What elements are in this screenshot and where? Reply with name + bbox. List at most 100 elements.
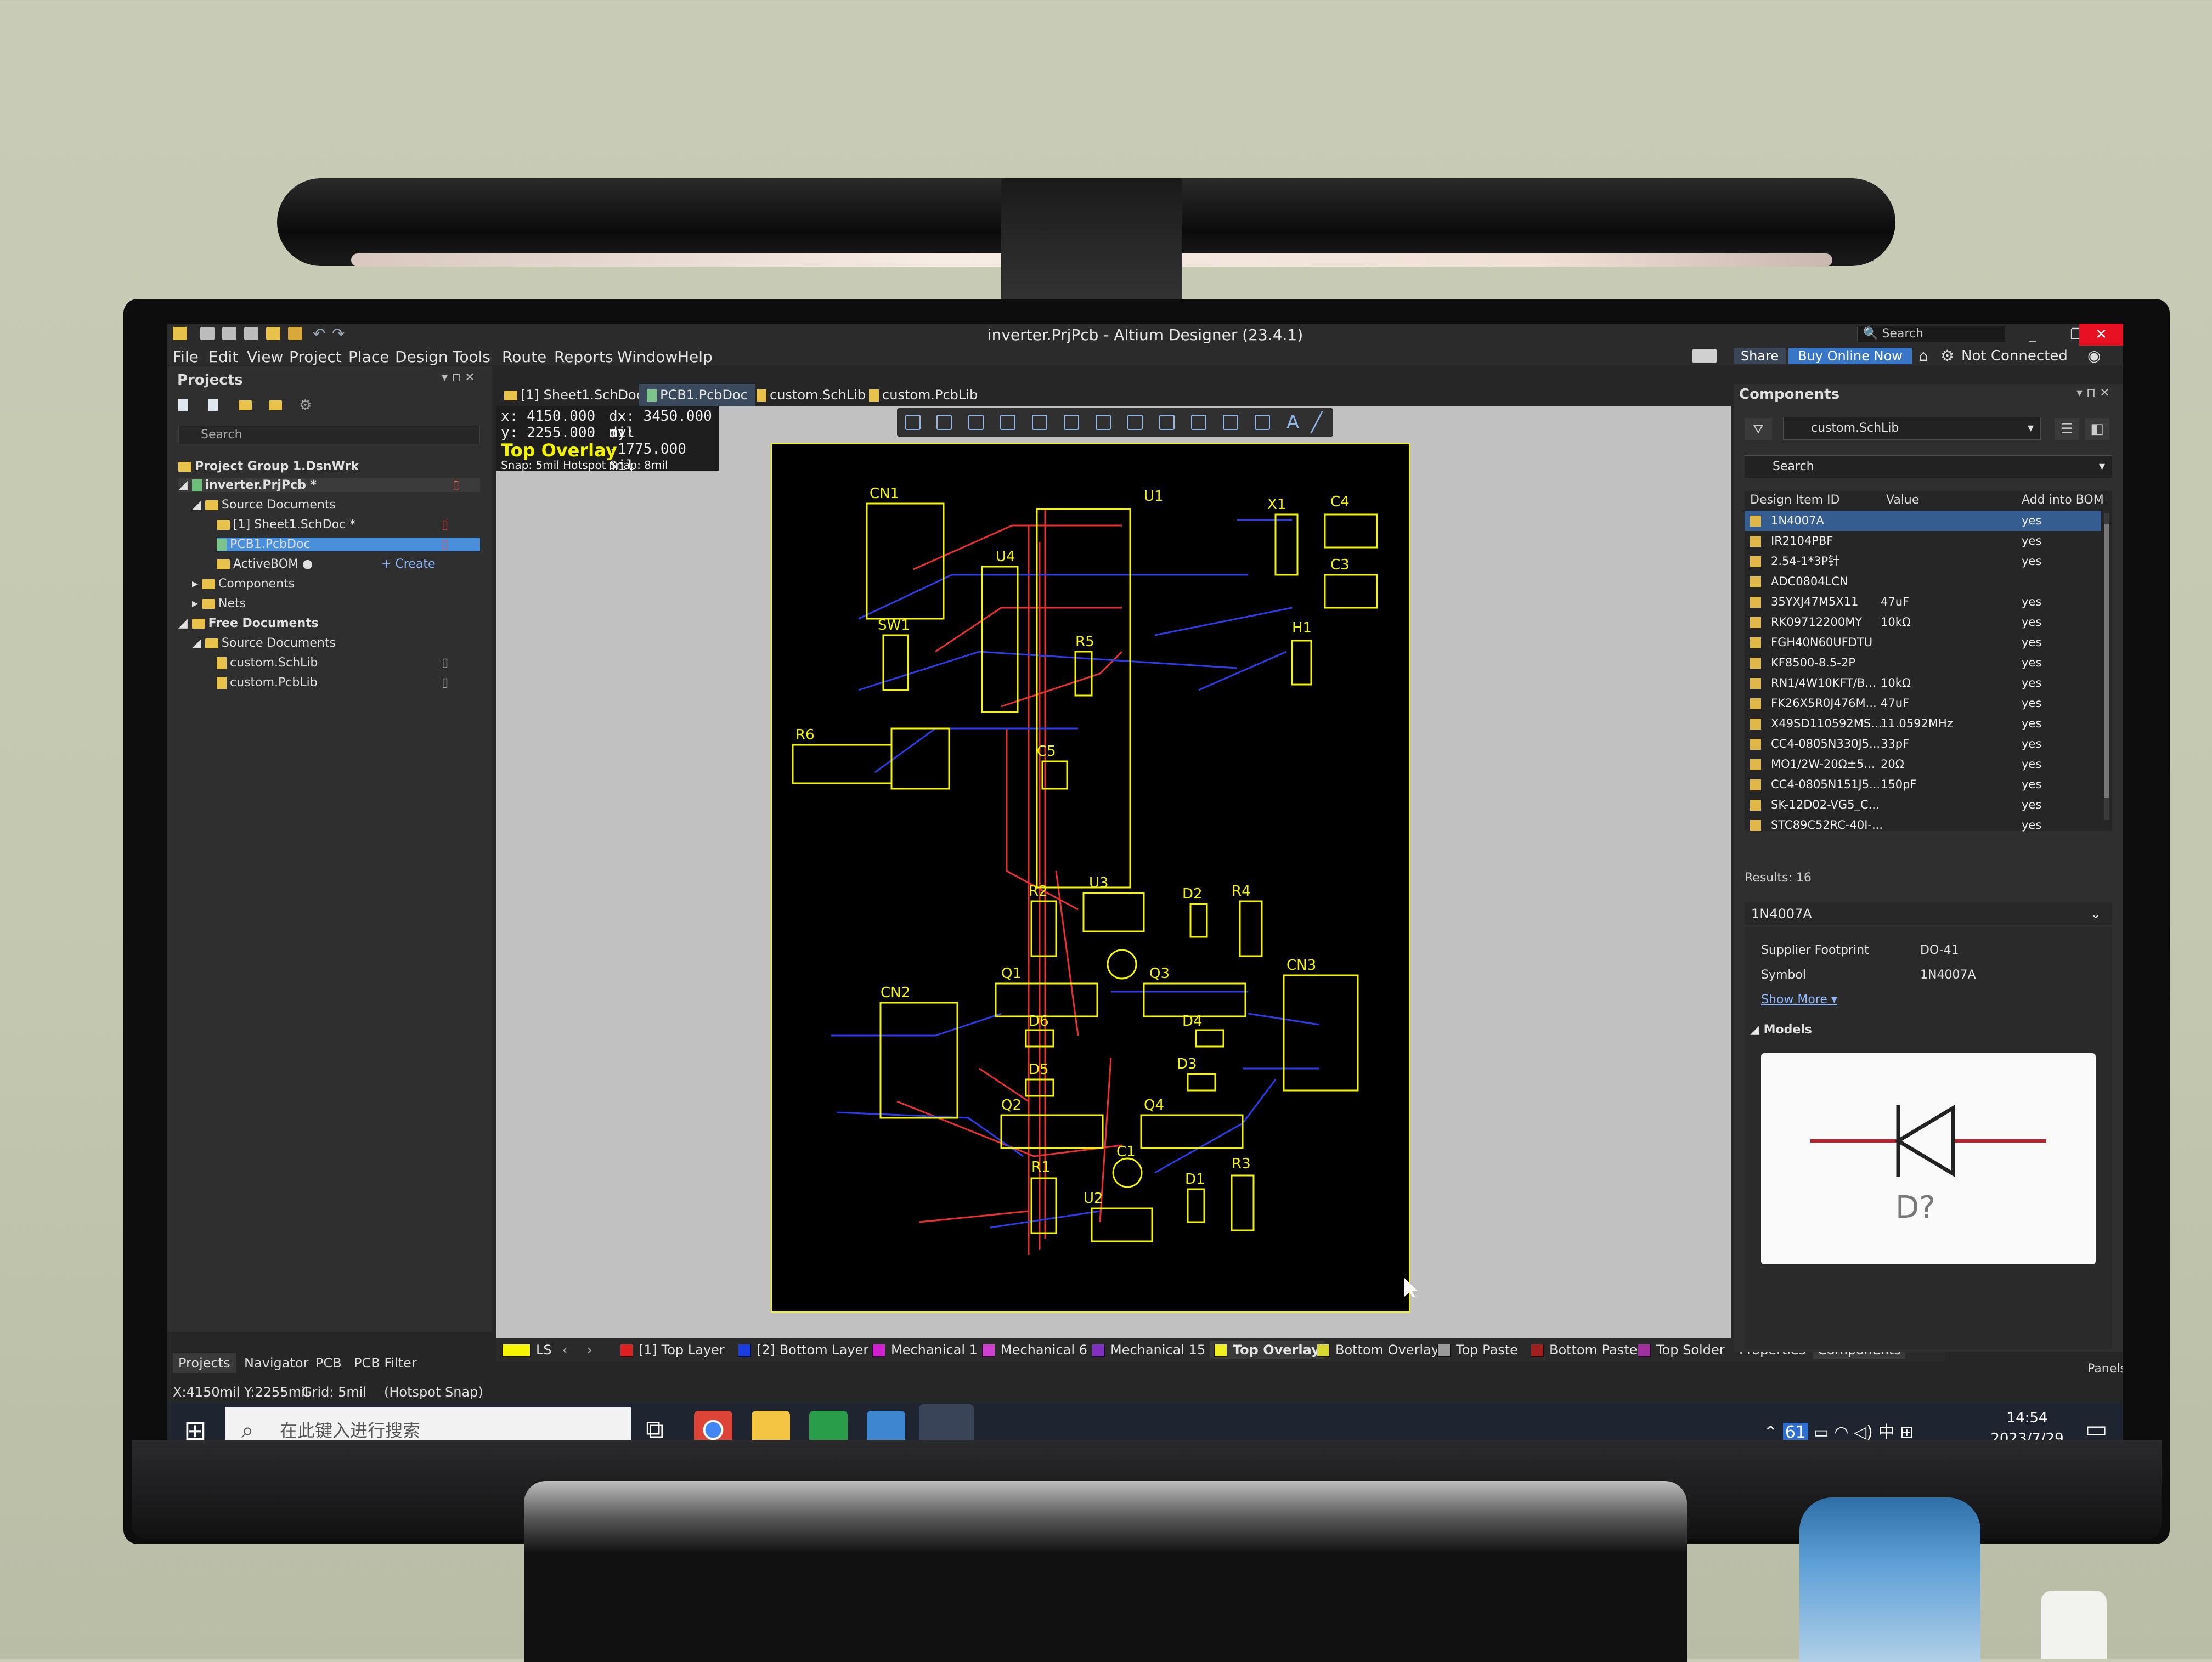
table-row[interactable]: RK09712200MY 10kΩ yes bbox=[1745, 612, 2101, 632]
spreadsheet-app-icon[interactable] bbox=[809, 1411, 848, 1440]
table-row[interactable]: KF8500-8.5-2P yes bbox=[1745, 653, 2101, 673]
tree-nets[interactable]: ▸ Nets bbox=[192, 597, 246, 610]
show-more-link[interactable]: Show More ▾ bbox=[1761, 993, 1837, 1007]
taskbar-search-input[interactable]: ⌕ 在此键入进行搜索 bbox=[225, 1407, 631, 1440]
tree-free-source[interactable]: ◢ Source Documents bbox=[192, 636, 336, 650]
table-row[interactable]: FGH40N60UFDTU yes bbox=[1745, 632, 2101, 653]
diff-pair-icon[interactable] bbox=[1127, 415, 1143, 430]
panel-menu-icon[interactable]: ▾ ⊓ ✕ bbox=[442, 371, 475, 385]
layer-set-selector[interactable]: LS bbox=[502, 1341, 552, 1359]
chrome-icon[interactable] bbox=[694, 1411, 732, 1440]
ime-indicator[interactable]: 中 bbox=[1878, 1423, 1894, 1440]
tree-source-documents[interactable]: ◢ Source Documents bbox=[192, 498, 336, 512]
tree-project[interactable]: ◢ inverter.PrjPcb * ▯ bbox=[178, 478, 480, 492]
tree-pcb-doc[interactable]: PCB1.PcbDoc ▯ bbox=[217, 538, 480, 551]
components-scrollbar[interactable] bbox=[2104, 513, 2109, 820]
volume-icon[interactable]: ◁) bbox=[1854, 1423, 1873, 1440]
task-view-icon[interactable]: ⧉ bbox=[646, 1414, 664, 1440]
layer-scroll-right-icon[interactable]: › bbox=[587, 1341, 592, 1359]
panels-button[interactable]: Panels bbox=[2087, 1362, 2123, 1376]
share-button[interactable]: Share bbox=[1734, 348, 1786, 364]
menu-place[interactable]: Place bbox=[348, 348, 389, 366]
menu-window[interactable]: Window bbox=[617, 348, 678, 366]
close-button[interactable]: ✕ bbox=[2079, 324, 2123, 346]
create-bom-link[interactable]: + Create bbox=[381, 557, 436, 571]
components-search-input[interactable]: Search ▾ bbox=[1745, 455, 2112, 478]
keepout-icon[interactable] bbox=[1223, 415, 1238, 430]
tab-projects[interactable]: Projects bbox=[173, 1353, 236, 1373]
table-row[interactable]: RN1/4W10KFT/B... 10kΩ yes bbox=[1745, 673, 2101, 693]
menu-design[interactable]: Design bbox=[395, 348, 448, 366]
compile-icon[interactable] bbox=[208, 399, 218, 411]
pcb-board[interactable]: CN1 U1 X1 C4 C3 H1 U4 SW1 R5 R6 C5 R2 U3… bbox=[771, 443, 1410, 1313]
place-via-icon[interactable] bbox=[1064, 415, 1079, 430]
keyboard-icon[interactable]: ⊞ bbox=[1900, 1423, 1914, 1440]
layer-tab-bottom-overlay[interactable]: Bottom Overlay bbox=[1317, 1341, 1439, 1359]
menu-view[interactable]: View bbox=[247, 348, 283, 366]
text-icon[interactable]: A bbox=[1286, 411, 1299, 433]
models-section[interactable]: ◢ Models bbox=[1750, 1023, 1812, 1037]
tree-sheet[interactable]: [1] Sheet1.SchDoc * ▯ bbox=[217, 518, 480, 532]
layer-tab-top[interactable]: [1] Top Layer bbox=[620, 1341, 725, 1359]
home-icon[interactable]: ⌂ bbox=[1918, 347, 1928, 365]
table-row[interactable]: STC89C52RC-40I-... yes bbox=[1745, 815, 2101, 835]
place-pad-icon[interactable] bbox=[1159, 415, 1175, 430]
buy-online-button[interactable]: Buy Online Now bbox=[1788, 348, 1912, 364]
notification-center-icon[interactable]: ▭ bbox=[2085, 1415, 2108, 1440]
minimize-button[interactable]: _ bbox=[2011, 324, 2055, 346]
library-selector[interactable]: custom.SchLib ▾ bbox=[1783, 417, 2041, 440]
components-filter-icon[interactable]: ⛛ bbox=[1745, 418, 1772, 440]
menu-tools[interactable]: Tools bbox=[453, 348, 490, 366]
table-row[interactable]: X49SD110592MS... 11.0592MHz yes bbox=[1745, 714, 2101, 734]
file-explorer-icon[interactable] bbox=[752, 1411, 790, 1440]
menu-help[interactable]: Help bbox=[678, 348, 713, 366]
tab-custom-pcblib[interactable]: custom.PcbLib bbox=[861, 384, 985, 406]
dimension-icon[interactable] bbox=[1255, 415, 1270, 430]
menu-project[interactable]: Project bbox=[289, 348, 342, 366]
col-add-into-bom[interactable]: Add into BOM bbox=[2022, 491, 2104, 510]
menu-file[interactable]: File bbox=[173, 348, 199, 366]
tray-badge[interactable]: 61 bbox=[1782, 1423, 1808, 1440]
menu-route[interactable]: Route bbox=[502, 348, 546, 366]
tree-pcblib[interactable]: custom.PcbLib ▯ bbox=[217, 676, 480, 689]
open-folder-icon[interactable] bbox=[239, 400, 252, 410]
taskbar-clock[interactable]: 14:54 2023/7/29 bbox=[1983, 1407, 2071, 1440]
save-project-icon[interactable] bbox=[178, 399, 188, 411]
list-view-icon[interactable]: ☰ bbox=[2055, 418, 2079, 440]
altium-taskbar-icon[interactable] bbox=[919, 1404, 974, 1440]
user-icon[interactable]: ◉ bbox=[2087, 347, 2101, 365]
components-panel-menu-icon[interactable]: ▾ ⊓ ✕ bbox=[2076, 386, 2110, 400]
tree-active-bom[interactable]: ActiveBOM ● + Create bbox=[217, 557, 480, 571]
menu-edit[interactable]: Edit bbox=[208, 348, 238, 366]
filter-icon[interactable] bbox=[905, 415, 921, 430]
table-row[interactable]: 35YXJ47M5X11 47uF yes bbox=[1745, 592, 2101, 612]
tree-schlib[interactable]: custom.SchLib ▯ bbox=[217, 656, 480, 670]
table-row[interactable]: CC4-0805N330J5... 33pF yes bbox=[1745, 734, 2101, 754]
tab-custom-schlib[interactable]: custom.SchLib bbox=[749, 384, 873, 406]
polygon-icon[interactable] bbox=[1191, 415, 1206, 430]
layer-tab-bottom[interactable]: [2] Bottom Layer bbox=[738, 1341, 868, 1359]
layer-tab-top-overlay[interactable]: Top Overlay bbox=[1210, 1341, 1324, 1359]
windows-start-icon[interactable]: ⊞ bbox=[184, 1415, 207, 1440]
table-row[interactable]: IR2104PBF yes bbox=[1745, 531, 2101, 551]
settings-icon[interactable]: ⚙ bbox=[299, 397, 312, 414]
align-icon[interactable] bbox=[1032, 415, 1047, 430]
table-row[interactable]: MO1/2W-20Ω±5... 20Ω yes bbox=[1745, 754, 2101, 775]
tab-pcb-filter[interactable]: PCB Filter bbox=[348, 1353, 422, 1373]
layer-tab-mech1[interactable]: Mechanical 1 bbox=[872, 1341, 978, 1359]
projects-search-input[interactable]: Search bbox=[178, 426, 480, 444]
table-row[interactable]: CC4-0805N151J5... 150pF yes bbox=[1745, 775, 2101, 795]
route-icon[interactable] bbox=[1096, 415, 1111, 430]
menu-reports[interactable]: Reports bbox=[554, 348, 613, 366]
tree-project-group[interactable]: Project Group 1.DsnWrk bbox=[178, 460, 359, 473]
layer-tab-top-paste[interactable]: Top Paste bbox=[1437, 1341, 1518, 1359]
tab-pcb[interactable]: PCB bbox=[310, 1353, 347, 1373]
tab-navigator[interactable]: Navigator bbox=[239, 1353, 314, 1373]
table-row[interactable]: 1N4007A yes bbox=[1745, 511, 2101, 531]
pcb-editor-canvas[interactable]: x: 4150.000 dx: 3450.000 mil y: 2255.000… bbox=[496, 406, 1731, 1338]
select-icon[interactable] bbox=[1000, 415, 1015, 430]
layer-tab-bottom-paste[interactable]: Bottom Paste bbox=[1531, 1341, 1637, 1359]
tray-expand-icon[interactable]: ⌃ bbox=[1764, 1423, 1778, 1440]
detail-view-icon[interactable]: ◧ bbox=[2085, 418, 2109, 440]
layer-scroll-left-icon[interactable]: ‹ bbox=[562, 1341, 568, 1359]
